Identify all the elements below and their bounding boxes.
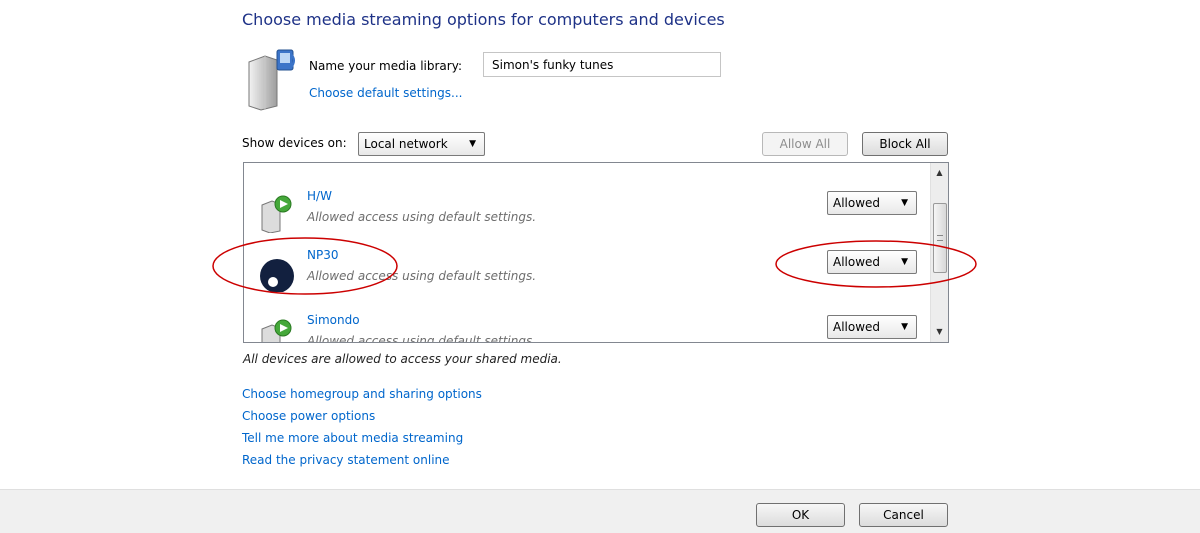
annotation-ellipse-device bbox=[212, 237, 398, 295]
device-description: Allowed access using default settings. bbox=[307, 210, 537, 224]
access-dropdown[interactable]: Allowed ▼ bbox=[827, 315, 917, 339]
media-streaming-info-link[interactable]: Tell me more about media streaming bbox=[242, 429, 482, 451]
device-description: Allowed access using default settings. bbox=[307, 334, 537, 343]
scroll-up-icon[interactable]: ▲ bbox=[931, 165, 948, 181]
power-options-link[interactable]: Choose power options bbox=[242, 407, 482, 429]
media-device-icon bbox=[261, 195, 292, 233]
page-title: Choose media streaming options for compu… bbox=[242, 10, 725, 29]
ok-button[interactable]: OK bbox=[756, 503, 845, 527]
access-value: Allowed bbox=[833, 196, 881, 210]
device-row-simondo[interactable]: Simondo Allowed access using default set… bbox=[244, 309, 931, 343]
homegroup-sharing-link[interactable]: Choose homegroup and sharing options bbox=[242, 385, 482, 407]
status-text: All devices are allowed to access your s… bbox=[243, 352, 562, 366]
chevron-down-icon: ▼ bbox=[901, 198, 908, 208]
library-name-input[interactable] bbox=[483, 52, 721, 77]
media-library-icon bbox=[248, 49, 295, 111]
device-name-link[interactable]: Simondo bbox=[307, 313, 360, 327]
scroll-down-icon[interactable]: ▼ bbox=[931, 324, 948, 340]
allow-all-button[interactable]: Allow All bbox=[762, 132, 848, 156]
choose-default-settings-link[interactable]: Choose default settings... bbox=[309, 86, 462, 100]
related-links: Choose homegroup and sharing options Cho… bbox=[242, 385, 482, 473]
library-name-label: Name your media library: bbox=[309, 59, 462, 73]
access-value: Allowed bbox=[833, 320, 881, 334]
chevron-down-icon: ▼ bbox=[901, 322, 908, 332]
block-all-button[interactable]: Block All bbox=[862, 132, 948, 156]
network-location-dropdown[interactable]: Local network ▼ bbox=[358, 132, 485, 156]
device-name-link[interactable]: H/W bbox=[307, 189, 332, 203]
annotation-ellipse-access bbox=[775, 240, 977, 288]
privacy-statement-link[interactable]: Read the privacy statement online bbox=[242, 451, 482, 473]
network-location-value: Local network bbox=[364, 137, 448, 151]
dialog-footer: OK Cancel bbox=[0, 489, 1200, 533]
access-dropdown[interactable]: Allowed ▼ bbox=[827, 191, 917, 215]
cancel-button[interactable]: Cancel bbox=[859, 503, 948, 527]
show-devices-label: Show devices on: bbox=[242, 136, 347, 150]
chevron-down-icon: ▼ bbox=[469, 139, 476, 149]
media-device-icon bbox=[261, 319, 292, 342]
